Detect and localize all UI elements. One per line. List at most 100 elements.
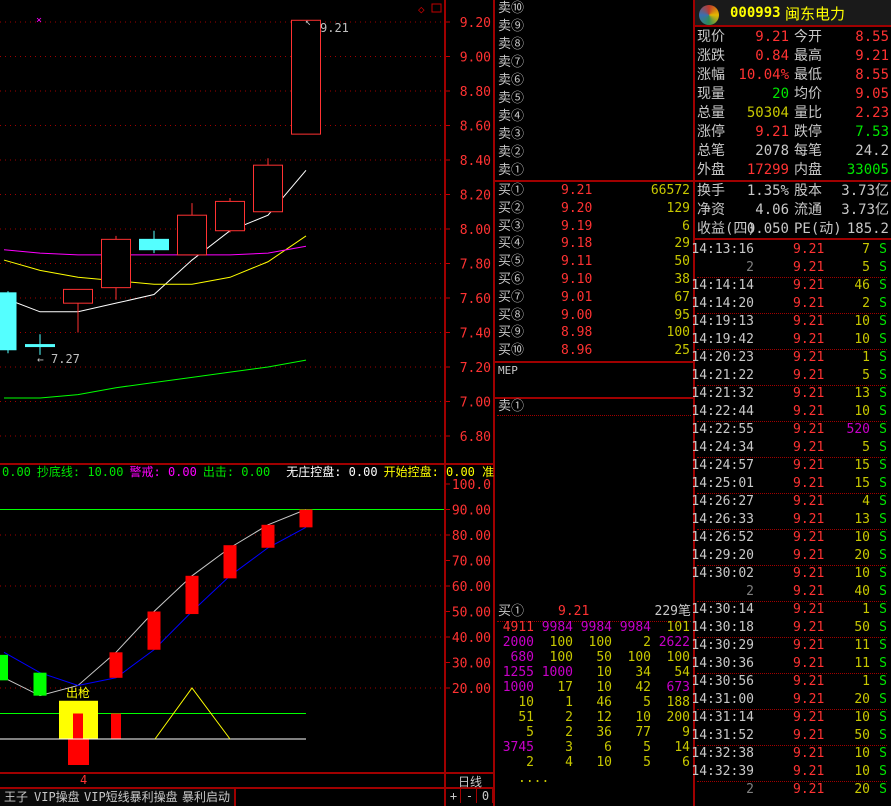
signal-bar <box>73 713 83 739</box>
indicator-bar <box>147 611 161 650</box>
bid-level[interactable]: 买⑨ 8.98 100 <box>498 324 690 342</box>
bid-level[interactable]: 买① 9.21 66572 <box>498 182 690 200</box>
trade-price: 9.21 <box>793 782 825 797</box>
queue-label: 买① <box>498 604 525 619</box>
trade-price: 9.21 <box>793 674 825 689</box>
trade-volume: 15 <box>854 476 870 491</box>
trade-price: 9.21 <box>793 458 825 473</box>
trade-time: 14:21:32 <box>691 386 754 401</box>
trade-row: 14:29:20 9.21 20 S <box>691 547 887 565</box>
quote-field: 收益(四) 0.050 <box>697 220 789 238</box>
indicator-tab[interactable]: 暴利启动 <box>178 789 237 806</box>
quote-field: 总量 50304 <box>697 104 789 122</box>
trade-volume: 10 <box>854 332 870 347</box>
trade-row: 14:31:52 9.21 50 S <box>691 727 887 745</box>
arrow-icon: ← <box>37 353 44 366</box>
trade-time: 14:30:18 <box>691 620 754 635</box>
zoom-button[interactable]: - <box>463 789 477 803</box>
price-tick-label: 9.20 <box>460 16 491 31</box>
indicator-tab[interactable]: VIP操盘 <box>30 789 86 806</box>
quote-field-value: 50304 <box>746 105 789 121</box>
trade-time: 14:26:33 <box>691 512 754 527</box>
quote-field: 今开 8.55 <box>794 28 889 46</box>
bid-level[interactable]: 买⑩ 8.96 25 <box>498 342 690 360</box>
bid-level[interactable]: 买⑦ 9.01 67 <box>498 289 690 307</box>
queue-order: 10 <box>518 695 534 710</box>
indicator-tab[interactable]: 王子 <box>0 789 35 806</box>
trade-row: 14:30:56 9.21 1 S <box>691 673 887 691</box>
quote-field-value: 24.2 <box>855 143 889 159</box>
indicator-bar <box>261 524 275 548</box>
queue-order: 10 <box>596 755 612 770</box>
queue-count: 229笔 <box>654 604 691 619</box>
quote-field: 均价 9.05 <box>794 85 889 103</box>
legend-item: 警戒: <box>129 465 168 479</box>
trade-row: 14:26:33 9.21 13 S <box>691 511 887 529</box>
quote-field-label: 现价 <box>697 29 725 45</box>
queue-price: 9.21 <box>558 604 590 619</box>
queue-order: 2 <box>565 710 573 725</box>
trade-row: 14:19:42 9.21 10 S <box>691 331 887 349</box>
indicator-tab[interactable]: VIP短线暴利操盘 <box>80 789 184 806</box>
queue-order: 4 <box>565 755 573 770</box>
queue-order: 54 <box>674 665 690 680</box>
zoom-button[interactable]: 0 <box>479 789 493 803</box>
bid-price: 9.18 <box>561 236 593 252</box>
queue-order: 4911 <box>502 620 534 635</box>
trade-row: 14:21:32 9.21 13 S <box>691 385 887 403</box>
bid-level[interactable]: 买⑤ 9.11 50 <box>498 253 690 271</box>
quote-field-value: 8.55 <box>855 29 889 45</box>
trade-side: S <box>879 656 887 671</box>
trade-volume: 50 <box>854 728 870 743</box>
bid-volume: 129 <box>666 200 690 216</box>
trade-side: S <box>879 728 887 743</box>
panel-divider <box>493 0 495 806</box>
date-marker: 4 <box>80 773 88 787</box>
bid-price: 9.20 <box>561 200 593 216</box>
trade-side: S <box>879 674 887 689</box>
quote-field-label: 净资 <box>697 202 725 218</box>
trade-row: 14:24:57 9.21 15 S <box>691 457 887 475</box>
trade-side: S <box>879 782 887 797</box>
queue-order: 680 <box>510 650 534 665</box>
indicator-tick-label: 70.00 <box>452 555 491 570</box>
bid-label: 买⑦ <box>498 289 525 305</box>
trade-row: 14:30:36 9.21 11 S <box>691 655 887 673</box>
trade-volume: 20 <box>854 692 870 707</box>
quote-field-value: 185.2 <box>846 221 889 237</box>
trade-volume: 40 <box>854 584 870 599</box>
queue-order: 5 <box>643 755 651 770</box>
bid-level[interactable]: 买③ 9.19 6 <box>498 218 690 236</box>
candle-body <box>177 214 207 256</box>
trade-time: 14:14:20 <box>691 296 754 311</box>
trade-side: S <box>879 764 887 779</box>
zoom-button[interactable]: + <box>447 789 461 803</box>
trade-volume: 11 <box>854 656 870 671</box>
queue-order: 6 <box>604 740 612 755</box>
trade-volume: 520 <box>846 422 870 437</box>
ask-level-label: 卖⑤ <box>498 91 525 106</box>
bid-level[interactable]: 买⑧ 9.00 95 <box>498 307 690 325</box>
trade-time: 14:22:44 <box>691 404 754 419</box>
price-tick-label: 7.20 <box>460 361 491 376</box>
period-label[interactable]: 日线 <box>458 773 482 790</box>
bid-level[interactable]: 买⑥ 9.10 38 <box>498 271 690 289</box>
trade-side: S <box>879 278 887 293</box>
legend-item: 0.00 <box>167 465 197 479</box>
kline-chart[interactable]: 9.20 9.00 8.80 8.60 8.40 8.20 8.00 7.80 7.60 7.40… <box>0 0 495 806</box>
trade-price: 9.21 <box>793 332 825 347</box>
trade-volume: 1 <box>862 602 870 617</box>
queue-order: 3745 <box>502 740 534 755</box>
queue-order: 6 <box>682 755 690 770</box>
queue-order: 10 <box>635 710 651 725</box>
bid-label: 买⑩ <box>498 343 525 359</box>
trade-price: 9.21 <box>793 422 825 437</box>
price-tick-label: 6.80 <box>460 430 491 445</box>
bid-level[interactable]: 买② 9.20 129 <box>498 200 690 218</box>
quote-field-label: 每笔 <box>794 143 822 159</box>
trade-side: S <box>879 602 887 617</box>
trade-price: 9.21 <box>793 494 825 509</box>
bid-level[interactable]: 买④ 9.18 29 <box>498 235 690 253</box>
quote-field-label: 总量 <box>697 105 725 121</box>
trade-price: 9.21 <box>793 620 825 635</box>
